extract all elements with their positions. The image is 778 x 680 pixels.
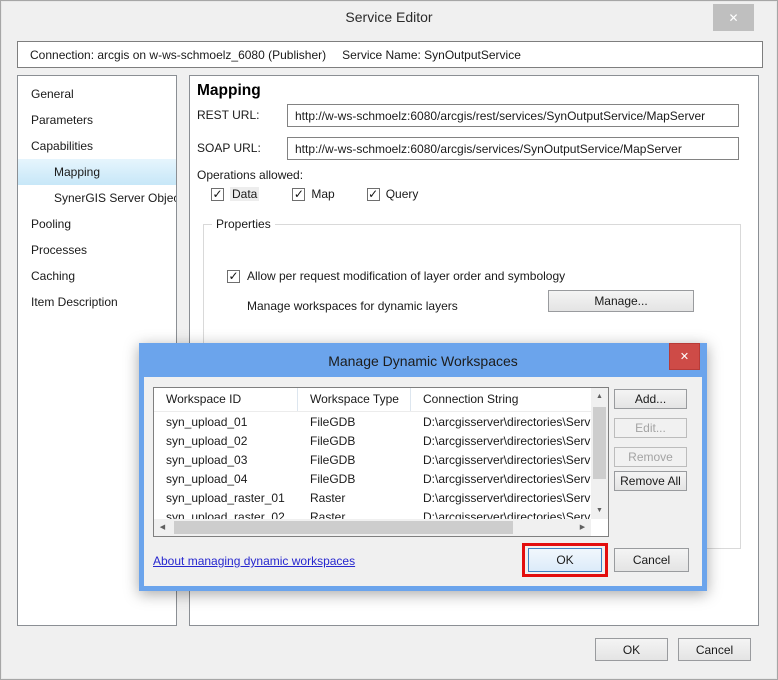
red-highlight-annotation: OK bbox=[522, 543, 608, 577]
window-titlebar: Service Editor ✕ bbox=[1, 1, 777, 35]
window-close-button[interactable]: ✕ bbox=[713, 4, 754, 31]
cell-workspace-type: FileGDB bbox=[298, 470, 411, 489]
allow-modification-row: ✓ Allow per request modification of laye… bbox=[227, 269, 565, 283]
checkbox-data[interactable]: ✓ Data bbox=[211, 187, 259, 201]
window-title: Service Editor bbox=[345, 1, 432, 33]
horizontal-scroll-thumb[interactable] bbox=[174, 521, 513, 534]
checkbox-checked-icon[interactable]: ✓ bbox=[367, 188, 380, 201]
table-row[interactable]: syn_upload_raster_02 Raster D:\arcgisser… bbox=[154, 508, 591, 519]
scroll-right-icon[interactable]: ▶ bbox=[574, 519, 591, 536]
soap-url-input[interactable] bbox=[287, 137, 739, 160]
sidebar-item-parameters[interactable]: Parameters bbox=[18, 107, 176, 133]
vertical-scrollbar[interactable]: ▲ ▼ bbox=[591, 388, 608, 519]
cancel-button[interactable]: Cancel bbox=[678, 638, 751, 661]
checkbox-data-label: Data bbox=[230, 187, 259, 201]
sidebar-item-pooling[interactable]: Pooling bbox=[18, 211, 176, 237]
cell-workspace-id: syn_upload_03 bbox=[154, 451, 298, 470]
sidebar-item-processes[interactable]: Processes bbox=[18, 237, 176, 263]
scroll-up-icon[interactable]: ▲ bbox=[591, 388, 608, 405]
dialog-ok-button[interactable]: OK bbox=[528, 548, 602, 572]
cell-workspace-id: syn_upload_02 bbox=[154, 432, 298, 451]
connection-label: Connection: arcgis on w-ws-schmoelz_6080… bbox=[30, 48, 326, 62]
checkbox-query-label: Query bbox=[386, 187, 419, 201]
close-icon: ✕ bbox=[728, 11, 738, 25]
dialog-title: Manage Dynamic Workspaces bbox=[328, 353, 518, 369]
remove-all-button[interactable]: Remove All bbox=[614, 471, 687, 491]
cell-workspace-id: syn_upload_raster_02 bbox=[154, 508, 298, 519]
table-row[interactable]: syn_upload_04 FileGDB D:\arcgisserver\di… bbox=[154, 470, 591, 489]
service-name-label: Service Name: SynOutputService bbox=[342, 48, 521, 62]
cell-connection-string: D:\arcgisserver\directories\ServiceD bbox=[411, 489, 591, 508]
cell-workspace-id: syn_upload_04 bbox=[154, 470, 298, 489]
table-row[interactable]: syn_upload_03 FileGDB D:\arcgisserver\di… bbox=[154, 451, 591, 470]
sidebar-item-caching[interactable]: Caching bbox=[18, 263, 176, 289]
scroll-down-icon[interactable]: ▼ bbox=[591, 502, 608, 519]
sidebar-item-mapping[interactable]: Mapping bbox=[18, 159, 176, 185]
soap-url-label: SOAP URL: bbox=[197, 137, 261, 160]
cell-workspace-id: syn_upload_01 bbox=[154, 413, 298, 432]
cell-connection-string: D:\arcgisserver\directories\ServiceD bbox=[411, 470, 591, 489]
manage-button[interactable]: Manage... bbox=[548, 290, 694, 312]
column-header-workspace-id[interactable]: Workspace ID bbox=[154, 388, 298, 411]
rest-url-label: REST URL: bbox=[197, 104, 259, 127]
column-header-workspace-type[interactable]: Workspace Type bbox=[298, 388, 411, 411]
manage-dynamic-workspaces-dialog: Manage Dynamic Workspaces ✕ Workspace ID… bbox=[139, 343, 707, 591]
cell-workspace-type: FileGDB bbox=[298, 413, 411, 432]
checkbox-query[interactable]: ✓ Query bbox=[367, 187, 419, 201]
checkbox-map-label: Map bbox=[311, 187, 334, 201]
sidebar-item-general[interactable]: General bbox=[18, 81, 176, 107]
cell-workspace-id: syn_upload_raster_01 bbox=[154, 489, 298, 508]
cell-workspace-type: FileGDB bbox=[298, 451, 411, 470]
cell-connection-string: D:\arcgisserver\directories\ServiceD bbox=[411, 451, 591, 470]
cell-workspace-type: Raster bbox=[298, 508, 411, 519]
ok-button[interactable]: OK bbox=[595, 638, 668, 661]
horizontal-scrollbar[interactable]: ◀ ▶ bbox=[154, 519, 591, 536]
operations-row: ✓ Data ✓ Map ✓ Query bbox=[211, 187, 418, 201]
cell-connection-string: D:\arcgisserver\directories\ServiceD bbox=[411, 413, 591, 432]
table-row[interactable]: syn_upload_raster_01 Raster D:\arcgisser… bbox=[154, 489, 591, 508]
checkbox-checked-icon[interactable]: ✓ bbox=[227, 270, 240, 283]
column-header-connection-string[interactable]: Connection String bbox=[411, 388, 591, 411]
scroll-left-icon[interactable]: ◀ bbox=[154, 519, 171, 536]
rest-url-input[interactable] bbox=[287, 104, 739, 127]
properties-legend: Properties bbox=[212, 217, 275, 231]
cell-workspace-type: FileGDB bbox=[298, 432, 411, 451]
connection-bar: Connection: arcgis on w-ws-schmoelz_6080… bbox=[17, 41, 763, 68]
dialog-cancel-button[interactable]: Cancel bbox=[614, 548, 689, 572]
dialog-titlebar: Manage Dynamic Workspaces bbox=[144, 348, 702, 377]
manage-workspaces-label: Manage workspaces for dynamic layers bbox=[247, 295, 458, 317]
close-icon: ✕ bbox=[680, 350, 689, 363]
dialog-close-button[interactable]: ✕ bbox=[669, 343, 700, 370]
sidebar-item-item-description[interactable]: Item Description bbox=[18, 289, 176, 315]
workspace-list-header: Workspace ID Workspace Type Connection S… bbox=[154, 388, 591, 412]
checkbox-checked-icon[interactable]: ✓ bbox=[211, 188, 224, 201]
table-row[interactable]: syn_upload_01 FileGDB D:\arcgisserver\di… bbox=[154, 413, 591, 432]
checkbox-map[interactable]: ✓ Map bbox=[292, 187, 334, 201]
workspace-rows: syn_upload_01 FileGDB D:\arcgisserver\di… bbox=[154, 413, 591, 519]
sidebar-item-synergis-server-object[interactable]: SynerGIS Server Object E bbox=[18, 185, 176, 211]
sidebar-item-capabilities[interactable]: Capabilities bbox=[18, 133, 176, 159]
cell-connection-string: D:\arcgisserver\directories\ServiceD bbox=[411, 508, 591, 519]
edit-button[interactable]: Edit... bbox=[614, 418, 687, 438]
service-editor-window: Service Editor ✕ Connection: arcgis on w… bbox=[0, 0, 778, 680]
workspace-list: Workspace ID Workspace Type Connection S… bbox=[153, 387, 609, 537]
vertical-scroll-thumb[interactable] bbox=[593, 407, 606, 479]
allow-modification-label: Allow per request modification of layer … bbox=[247, 269, 565, 283]
about-dynamic-workspaces-link[interactable]: About managing dynamic workspaces bbox=[153, 554, 355, 568]
operations-allowed-label: Operations allowed: bbox=[197, 168, 303, 182]
table-row[interactable]: syn_upload_02 FileGDB D:\arcgisserver\di… bbox=[154, 432, 591, 451]
checkbox-checked-icon[interactable]: ✓ bbox=[292, 188, 305, 201]
remove-button[interactable]: Remove bbox=[614, 447, 687, 467]
add-button[interactable]: Add... bbox=[614, 389, 687, 409]
cell-workspace-type: Raster bbox=[298, 489, 411, 508]
cell-connection-string: D:\arcgisserver\directories\ServiceD bbox=[411, 432, 591, 451]
page-title: Mapping bbox=[197, 82, 261, 100]
